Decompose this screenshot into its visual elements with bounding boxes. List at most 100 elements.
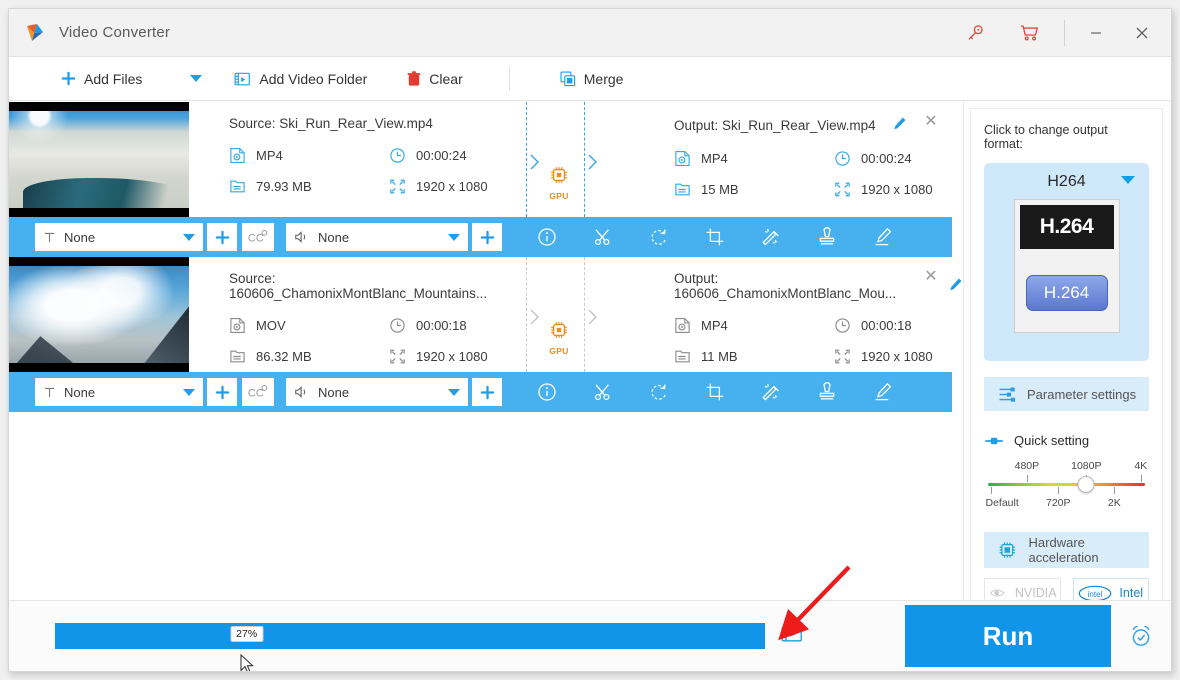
closed-caption-button[interactable]: CC: [242, 378, 274, 406]
add-subtitle-button[interactable]: [207, 378, 237, 406]
quality-tick-4k[interactable]: 4K: [1134, 460, 1147, 472]
info-icon[interactable]: [536, 226, 558, 248]
clear-button[interactable]: Clear: [401, 57, 468, 100]
cart-icon[interactable]: [1002, 9, 1056, 57]
gpu-badge: GPU: [542, 320, 576, 356]
quality-tick-720p[interactable]: 720P: [1046, 497, 1071, 509]
quality-tick-480p[interactable]: 480P: [1015, 460, 1040, 472]
rotate-icon[interactable]: [648, 381, 670, 403]
conversion-progress-bar[interactable]: 27%: [55, 623, 765, 649]
output-title-row: Output: 160606_ChamonixMontBlanc_Mou...: [674, 271, 963, 301]
nvidia-label: NVIDIA: [1014, 586, 1057, 600]
quality-slider-handle[interactable]: [1077, 476, 1095, 493]
subtitle-select[interactable]: None: [35, 223, 203, 251]
run-zone: Run: [883, 605, 1171, 667]
plus-icon: [61, 71, 76, 86]
speaker-icon: [295, 386, 306, 398]
remove-file-button[interactable]: ✕: [921, 112, 941, 132]
text-icon: [44, 232, 55, 242]
main-content: Source: Ski_Run_Rear_View.mp4 MP4 00:00:…: [9, 102, 1171, 616]
rename-output-pencil-icon[interactable]: [948, 277, 963, 295]
file-card[interactable]: Source: Ski_Run_Rear_View.mp4 MP4 00:00:…: [9, 102, 963, 257]
progress-fill: [55, 623, 765, 649]
quality-tick-2k[interactable]: 2K: [1108, 497, 1121, 509]
chevron-down-icon[interactable]: [1121, 176, 1135, 184]
quality-slider[interactable]: Default 480P 720P 1080P 2K 4K: [984, 460, 1149, 516]
output-format-card[interactable]: H264 H.264 H.264: [984, 163, 1149, 361]
add-subtitle-button[interactable]: [207, 223, 237, 251]
chevron-down-icon[interactable]: [183, 233, 195, 241]
crop-icon[interactable]: [704, 381, 726, 403]
add-audio-button[interactable]: [472, 378, 502, 406]
audio-track-value: None: [318, 384, 350, 400]
trash-icon: [407, 70, 421, 86]
rotate-icon[interactable]: [648, 226, 670, 248]
file-tool-icons: [536, 226, 894, 248]
dashed-divider-left: [526, 257, 527, 372]
source-title: Source: Ski_Run_Rear_View.mp4: [229, 116, 433, 131]
gpu-chip-icon: [551, 167, 567, 183]
stamp-icon[interactable]: [816, 381, 838, 403]
scissors-icon[interactable]: [592, 226, 614, 248]
dashed-divider-left: [526, 102, 527, 217]
chevron-down-icon[interactable]: [448, 233, 460, 241]
open-output-folder-button[interactable]: [781, 624, 803, 649]
ski-slope-thumbnail[interactable]: [9, 102, 189, 217]
rename-output-pencil-icon[interactable]: [892, 116, 907, 134]
audio-track-select[interactable]: None: [286, 223, 468, 251]
mountain-clouds-thumbnail[interactable]: [9, 257, 189, 372]
crop-icon[interactable]: [704, 226, 726, 248]
minimize-button[interactable]: [1073, 9, 1119, 57]
add-video-folder-button[interactable]: Add Video Folder: [228, 57, 373, 100]
source-info: Source: Ski_Run_Rear_View.mp4 MP4 00:00:…: [189, 102, 518, 217]
quality-tick-default[interactable]: Default: [986, 497, 1019, 509]
closed-caption-button[interactable]: CC: [242, 223, 274, 251]
quality-tick-mark: [1058, 487, 1060, 494]
info-icon[interactable]: [536, 381, 558, 403]
scissors-icon[interactable]: [592, 381, 614, 403]
intel-icon: intel: [1079, 585, 1112, 601]
magic-wand-icon[interactable]: [760, 226, 782, 248]
title-divider: [1064, 19, 1065, 46]
output-duration-cell: 00:00:18: [834, 317, 963, 334]
chevron-down-icon[interactable]: [448, 388, 460, 396]
signature-icon[interactable]: [872, 381, 894, 403]
alarm-clock-icon[interactable]: [1111, 605, 1171, 667]
key-icon[interactable]: [948, 9, 1002, 57]
progress-area: 27%: [9, 623, 883, 649]
parameter-settings-button[interactable]: Parameter settings: [984, 377, 1149, 411]
document-icon: [230, 180, 245, 193]
source-size-cell: 86.32 MB: [229, 348, 389, 365]
clear-label: Clear: [429, 70, 463, 87]
source-duration-cell: 00:00:18: [389, 317, 518, 334]
gpu-badge-label: GPU: [549, 346, 569, 356]
file-card-body: Source: Ski_Run_Rear_View.mp4 MP4 00:00:…: [9, 102, 963, 217]
file-card[interactable]: Source: 160606_ChamonixMontBlanc_Mountai…: [9, 257, 963, 412]
app-window: Video Converter Add Files Add Video Fold…: [8, 8, 1172, 672]
subtitle-value: None: [64, 384, 96, 400]
add-audio-button[interactable]: [472, 223, 502, 251]
remove-file-button[interactable]: ✕: [921, 267, 941, 287]
add-files-dropdown-caret[interactable]: [190, 75, 203, 82]
merge-button[interactable]: Merge: [554, 57, 630, 100]
output-settings-panel: Click to change output format: H264 H.26…: [964, 102, 1171, 616]
chevron-down-icon[interactable]: [183, 388, 195, 396]
file-action-strip: None CC None: [9, 217, 952, 257]
close-button[interactable]: [1119, 9, 1165, 57]
run-button[interactable]: Run: [905, 605, 1111, 667]
output-info: Output: 160606_ChamonixMontBlanc_Mou...: [638, 257, 963, 372]
stamp-icon[interactable]: [816, 226, 838, 248]
svg-text:CC: CC: [248, 233, 264, 245]
subtitle-select[interactable]: None: [35, 378, 203, 406]
signature-icon[interactable]: [872, 226, 894, 248]
magic-wand-icon[interactable]: [760, 381, 782, 403]
audio-track-select[interactable]: None: [286, 378, 468, 406]
hardware-acceleration-button[interactable]: Hardware acceleration: [984, 532, 1149, 568]
output-title: Output: Ski_Run_Rear_View.mp4: [674, 117, 876, 133]
merge-label: Merge: [583, 70, 624, 87]
speaker-icon: [295, 231, 306, 243]
quality-tick-1080p[interactable]: 1080P: [1071, 460, 1101, 472]
add-files-button[interactable]: Add Files: [55, 57, 148, 100]
source-title: Source: 160606_ChamonixMontBlanc_Mountai…: [229, 271, 488, 301]
chevron-right-icon: [586, 307, 600, 332]
